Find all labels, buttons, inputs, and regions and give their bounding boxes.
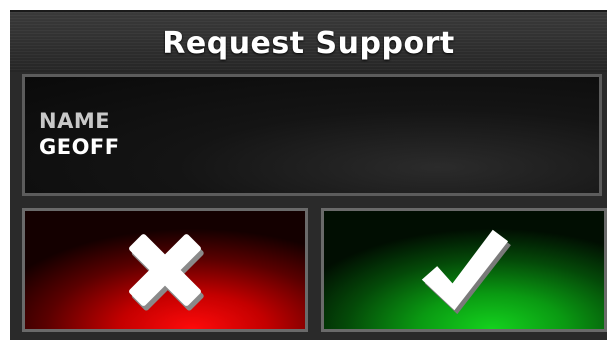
name-field[interactable]: NAME GEOFF xyxy=(22,74,602,196)
confirm-button[interactable] xyxy=(321,208,607,332)
dialog-title: Request Support xyxy=(162,25,455,61)
request-support-dialog: Request Support NAME GEOFF xyxy=(10,10,607,340)
cancel-button[interactable] xyxy=(22,208,308,332)
dialog-title-bar: Request Support xyxy=(10,10,607,72)
checkmark-icon xyxy=(421,229,511,315)
name-field-value: GEOFF xyxy=(39,135,120,159)
close-icon xyxy=(129,234,204,311)
name-field-label: NAME xyxy=(39,109,111,133)
